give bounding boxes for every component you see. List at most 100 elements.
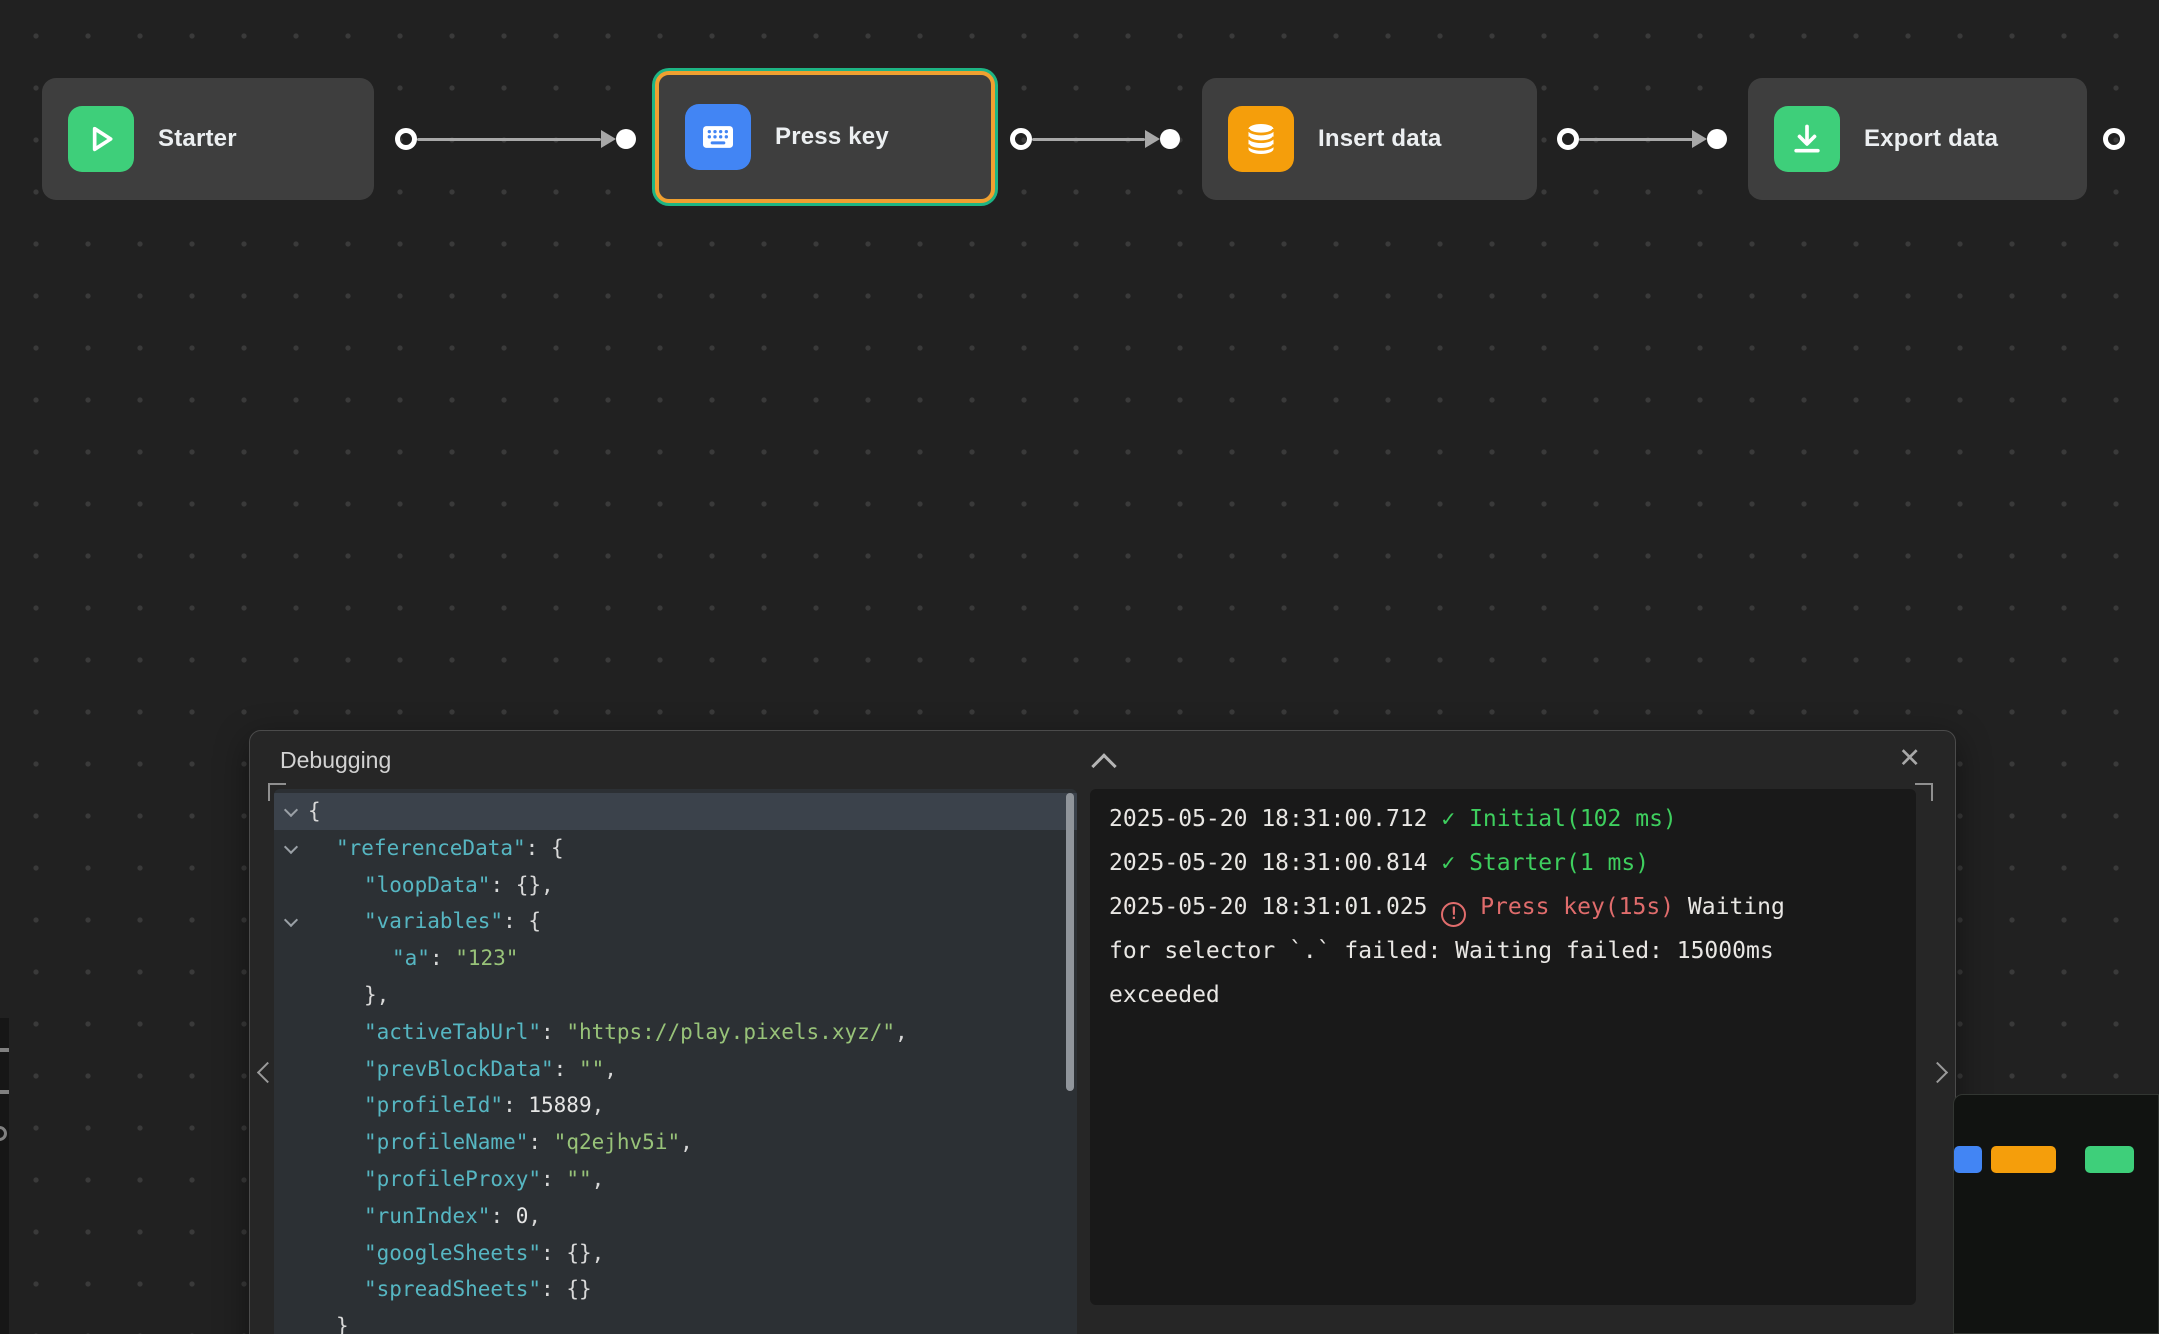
- json-token: :: [528, 1130, 553, 1154]
- close-icon[interactable]: ✕: [1898, 745, 1921, 772]
- json-tree-row: }: [274, 1308, 1077, 1334]
- check-icon: ✓: [1441, 850, 1455, 876]
- input-port[interactable]: [1707, 129, 1727, 149]
- keyboard-icon: [685, 104, 751, 170]
- play-icon: [68, 106, 134, 172]
- json-token: {},: [566, 1241, 604, 1265]
- node-insert-data[interactable]: Insert data: [1202, 78, 1537, 200]
- json-token: ,: [680, 1130, 693, 1154]
- minimap[interactable]: [1953, 1094, 2159, 1334]
- json-token: : {},: [490, 873, 553, 897]
- json-token: "": [579, 1057, 604, 1081]
- json-tree-row[interactable]: "variables": {: [274, 903, 1077, 940]
- json-token: "profileProxy": [364, 1167, 541, 1191]
- input-port[interactable]: [1160, 129, 1180, 149]
- node-press-key[interactable]: Press key: [655, 71, 995, 203]
- json-tree-row: "prevBlockData": "",: [274, 1051, 1077, 1088]
- json-token: "123": [455, 946, 518, 970]
- json-token: "activeTabUrl": [364, 1020, 541, 1044]
- json-token: ,: [604, 1057, 617, 1081]
- json-token: :: [541, 1241, 566, 1265]
- json-token: :: [430, 946, 455, 970]
- corner-bracket-icon: [1915, 783, 1933, 801]
- connection-arrow-icon: [1692, 130, 1707, 148]
- node-starter[interactable]: Starter: [42, 78, 374, 200]
- log-viewer[interactable]: 2025-05-20 18:31:00.712 ✓ Initial(102 ms…: [1090, 789, 1916, 1305]
- json-token: :: [541, 1167, 566, 1191]
- node-label: Press key: [775, 123, 889, 151]
- json-tree-row: },: [274, 977, 1077, 1014]
- log-block-label: Press key(15s): [1480, 894, 1674, 920]
- json-token: },: [364, 983, 389, 1007]
- partial-icon: [0, 1126, 7, 1141]
- workflow-canvas[interactable]: Starter Press key Insert data: [0, 0, 2159, 1334]
- output-port[interactable]: [2103, 128, 2125, 150]
- minimap-node: [1954, 1146, 1982, 1173]
- json-tree-row: "activeTabUrl": "https://play.pixels.xyz…: [274, 1014, 1077, 1051]
- log-entry: 2025-05-20 18:31:00.712 ✓ Initial(102 ms…: [1109, 797, 1824, 841]
- download-icon: [1774, 106, 1840, 172]
- json-tree-row: "profileProxy": "",: [274, 1161, 1077, 1198]
- json-token: }: [336, 1314, 349, 1334]
- json-token: "prevBlockData": [364, 1057, 554, 1081]
- chevron-right-icon[interactable]: [1927, 1062, 1948, 1083]
- error-icon: !: [1441, 902, 1466, 927]
- json-token: ,: [895, 1020, 908, 1044]
- left-panel-edge: [0, 1018, 9, 1334]
- json-token: :: [490, 1204, 515, 1228]
- collapse-arrow-icon[interactable]: [284, 840, 298, 854]
- log-timestamp: 2025-05-20 18:31:00.712: [1109, 806, 1441, 832]
- output-port[interactable]: [1010, 128, 1032, 150]
- json-token: :: [554, 1057, 579, 1081]
- node-label: Insert data: [1318, 125, 1442, 153]
- partial-icon: [0, 1090, 9, 1094]
- json-viewer[interactable]: {"referenceData": {"loopData": {},"varia…: [274, 789, 1077, 1334]
- json-token: ,: [592, 1167, 605, 1191]
- log-output: 2025-05-20 18:31:00.712 ✓ Initial(102 ms…: [1109, 797, 1824, 1017]
- json-token: : {: [503, 909, 541, 933]
- json-token: {: [308, 799, 321, 823]
- json-token: :: [541, 1020, 566, 1044]
- json-tree-row[interactable]: {: [274, 793, 1077, 830]
- input-port[interactable]: [616, 129, 636, 149]
- json-token: "spreadSheets": [364, 1277, 541, 1301]
- panel-title: Debugging: [280, 747, 391, 774]
- connection-arrow-icon: [601, 130, 616, 148]
- connection-line: [417, 138, 601, 141]
- output-port[interactable]: [1557, 128, 1579, 150]
- json-token: 0: [516, 1204, 529, 1228]
- json-tree-row[interactable]: "referenceData": {: [274, 830, 1077, 867]
- json-token: 15889: [528, 1093, 591, 1117]
- json-token: "q2ejhv5i": [554, 1130, 680, 1154]
- json-tree-row: "runIndex": 0,: [274, 1198, 1077, 1235]
- log-timestamp: 2025-05-20 18:31:00.814: [1109, 850, 1441, 876]
- json-tree-row: "loopData": {},: [274, 867, 1077, 904]
- json-token: "https://play.pixels.xyz/": [566, 1020, 895, 1044]
- log-timestamp: 2025-05-20 18:31:01.025: [1109, 894, 1441, 920]
- json-token: {}: [566, 1277, 591, 1301]
- partial-icon: [0, 1048, 9, 1052]
- connection-line: [1032, 138, 1145, 141]
- json-token: :: [503, 1093, 528, 1117]
- json-token: "": [566, 1167, 591, 1191]
- collapse-arrow-icon[interactable]: [284, 913, 298, 927]
- json-token: ,: [528, 1204, 541, 1228]
- debugging-panel: Debugging ✕ {"referenceData": {"loopData…: [249, 730, 1956, 1334]
- node-label: Starter: [158, 125, 237, 153]
- node-label: Export data: [1864, 125, 1998, 153]
- scrollbar[interactable]: [1066, 793, 1074, 1091]
- collapse-arrow-icon[interactable]: [284, 803, 298, 817]
- log-block-label: Initial(102 ms): [1469, 806, 1677, 832]
- json-tree: {"referenceData": {"loopData": {},"varia…: [274, 789, 1077, 1334]
- json-token: "a": [392, 946, 430, 970]
- json-tree-row: "profileName": "q2ejhv5i",: [274, 1124, 1077, 1161]
- node-export-data[interactable]: Export data: [1748, 78, 2087, 200]
- json-token: ,: [592, 1093, 605, 1117]
- json-tree-row: "googleSheets": {},: [274, 1235, 1077, 1272]
- output-port[interactable]: [395, 128, 417, 150]
- log-entry: 2025-05-20 18:31:01.025 ! Press key(15s)…: [1109, 885, 1824, 1017]
- json-token: "loopData": [364, 873, 490, 897]
- json-tree-row: "a": "123": [274, 940, 1077, 977]
- json-token: :: [541, 1277, 566, 1301]
- collapse-panel-icon[interactable]: [1091, 753, 1116, 778]
